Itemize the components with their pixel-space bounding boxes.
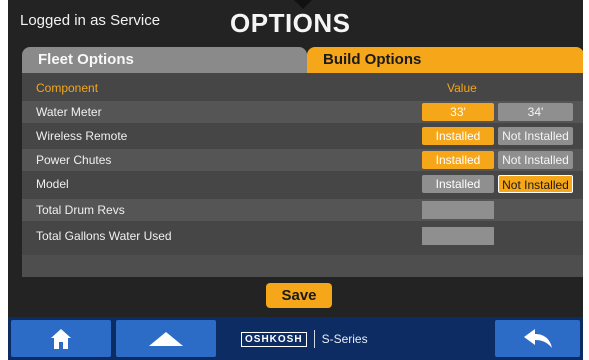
brand-divider — [313, 330, 315, 348]
row-label: Power Chutes — [36, 153, 112, 167]
row-label: Water Meter — [36, 105, 102, 119]
table-row-water-meter: Water Meter 33' 34' — [22, 101, 583, 123]
power-chutes-not-installed-button[interactable]: Not Installed — [498, 151, 573, 169]
options-screen: Logged in as Service OPTIONS Fleet Optio… — [8, 0, 583, 360]
tab-build-options[interactable]: Build Options — [307, 47, 583, 73]
table-row-total-gallons-water-used: Total Gallons Water Used — [22, 225, 583, 247]
table-row-model: Model Installed Not Installed — [22, 173, 583, 195]
home-icon — [51, 328, 71, 349]
brand-logo-area: OSHKOSH S-Series — [241, 330, 368, 348]
column-header-value: Value — [447, 81, 477, 95]
row-label: Total Gallons Water Used — [36, 229, 172, 243]
total-gallons-water-used-field[interactable] — [422, 227, 494, 245]
page-title: OPTIONS — [230, 8, 351, 38]
column-header-component: Component — [36, 81, 99, 95]
scroll-up-button[interactable] — [116, 320, 216, 357]
power-chutes-installed-button[interactable]: Installed — [422, 151, 494, 169]
table-footer-strip — [22, 255, 583, 277]
table-row-wireless-remote: Wireless Remote Installed Not Installed — [22, 125, 583, 147]
save-button[interactable]: Save — [266, 283, 332, 308]
back-button[interactable] — [495, 320, 580, 357]
options-panel: Fleet Options Build Options Component Va… — [22, 47, 583, 277]
bottom-nav-bar: OSHKOSH S-Series — [8, 317, 583, 360]
row-label: Total Drum Revs — [36, 203, 125, 217]
model-not-installed-button[interactable]: Not Installed — [498, 175, 573, 193]
model-installed-button[interactable]: Installed — [422, 175, 494, 193]
row-label: Model — [36, 177, 69, 191]
options-table: Component Value Water Meter 33' 34' Wire… — [22, 73, 583, 277]
wireless-remote-installed-button[interactable]: Installed — [422, 127, 494, 145]
back-arrow-icon — [523, 328, 552, 348]
water-meter-33-button[interactable]: 33' — [422, 103, 494, 121]
up-arrow-icon — [149, 331, 183, 346]
table-row-total-drum-revs: Total Drum Revs — [22, 199, 583, 221]
login-status: Logged in as Service — [20, 12, 161, 29]
home-button[interactable] — [11, 320, 111, 357]
table-row-power-chutes: Power Chutes Installed Not Installed — [22, 149, 583, 171]
wireless-remote-not-installed-button[interactable]: Not Installed — [498, 127, 573, 145]
row-label: Wireless Remote — [36, 129, 128, 143]
series-label: S-Series — [321, 332, 368, 346]
oshkosh-logo: OSHKOSH — [241, 331, 307, 347]
total-drum-revs-field[interactable] — [422, 201, 494, 219]
tab-fleet-options[interactable]: Fleet Options — [22, 47, 307, 73]
water-meter-34-button[interactable]: 34' — [498, 103, 573, 121]
